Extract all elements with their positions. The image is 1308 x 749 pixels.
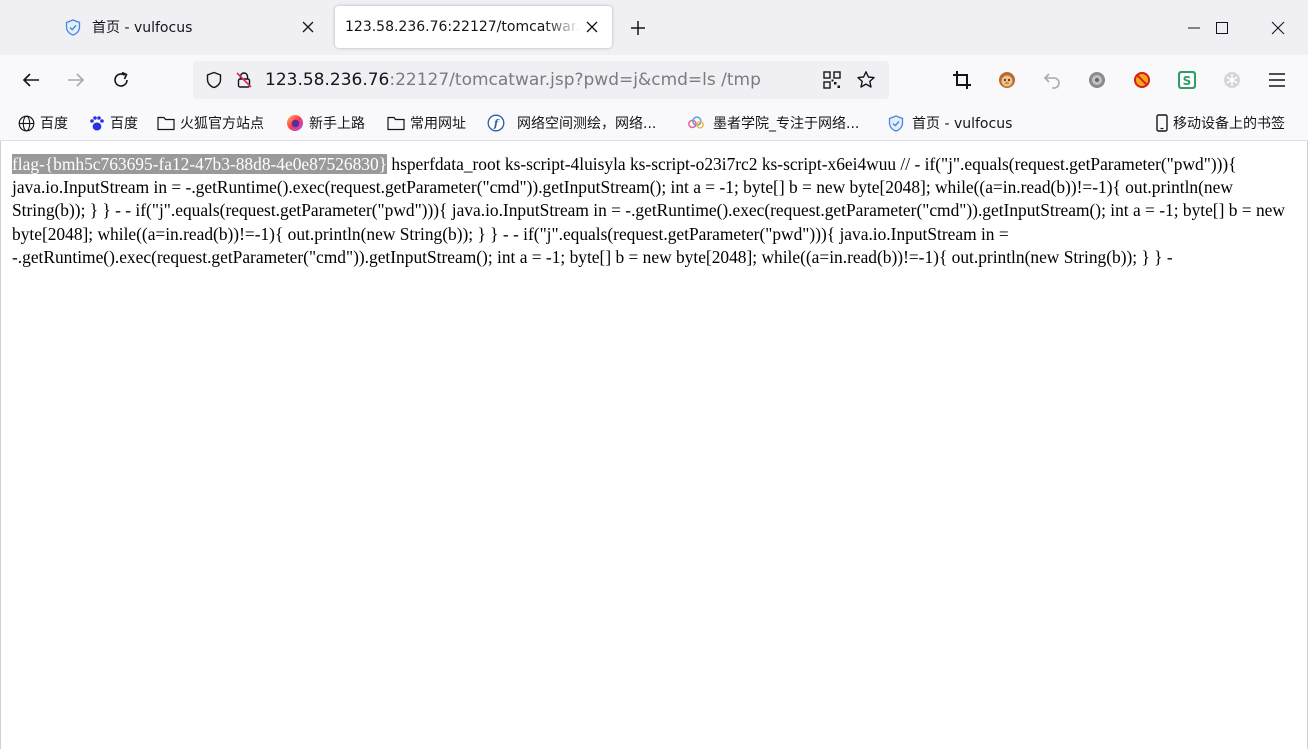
mobile-icon [1153, 114, 1171, 132]
tab-tomcatwar[interactable]: 123.58.236.76:22127/tomcatwar.jsp?pwd=j&… [335, 6, 612, 48]
tracking-protection-icon[interactable] [199, 65, 229, 95]
url-path: :22127/tomcatwar.jsp?pwd=j&cmd=ls /tmp [389, 70, 761, 90]
crop-screenshot-icon[interactable] [949, 67, 975, 93]
svg-text:S: S [1183, 74, 1192, 88]
snowflake-extension-icon[interactable] [1219, 67, 1245, 93]
tab-vulfocus[interactable]: 首页 - vulfocus [48, 6, 328, 48]
bookmark-item[interactable]: 首页 - vulfocus [887, 111, 1012, 135]
bookmark-label: 首页 - vulfocus [912, 116, 1013, 132]
reload-button[interactable] [105, 64, 137, 96]
bookmark-item[interactable]: 百度 [17, 111, 68, 135]
shield-icon [887, 114, 905, 132]
close-window-button[interactable] [1250, 0, 1306, 55]
monkey-extension-icon[interactable] [994, 67, 1020, 93]
command-output: flag-{bmh5c763695-fa12-47b3-88d8-4e0e875… [12, 153, 1300, 269]
bookmark-label: 墨者学院_专注于网络... [713, 116, 860, 132]
navigation-toolbar: 123.58.236.76:22127/tomcatwar.jsp?pwd=j&… [0, 55, 1308, 105]
mobile-bookmarks[interactable]: 移动设备上的书签 [1153, 111, 1285, 135]
bookmark-label: 移动设备上的书签 [1173, 116, 1285, 132]
url-host: 123.58.236.76 [265, 70, 390, 90]
folder-icon [387, 114, 405, 132]
cloud-icon [687, 114, 705, 132]
bookmark-label: 百度 [110, 116, 138, 132]
tab-strip: 首页 - vulfocus 123.58.236.76:22127/tomcat… [0, 0, 1308, 55]
close-icon[interactable] [296, 15, 320, 39]
folder-icon [157, 114, 175, 132]
blocked-extension-icon[interactable] [1129, 67, 1155, 93]
firefox-icon [286, 114, 304, 132]
bookmark-label: 火狐官方站点 [180, 116, 264, 132]
flag-text-selected[interactable]: flag-{bmh5c763695-fa12-47b3-88d8-4e0e875… [12, 154, 388, 174]
bookmark-item[interactable]: 常用网址 [387, 111, 466, 135]
back-button[interactable] [15, 64, 47, 96]
gear-extension-icon[interactable] [1084, 67, 1110, 93]
bookmark-item[interactable]: 墨者学院_专注于网络... [687, 111, 859, 135]
menu-icon[interactable] [1264, 67, 1290, 93]
fofa-icon: f [487, 114, 505, 132]
bookmark-item[interactable]: 百度 [87, 111, 138, 135]
paw-icon [87, 114, 105, 132]
close-icon[interactable] [580, 15, 604, 39]
bookmark-item[interactable]: 火狐官方站点 [157, 111, 264, 135]
bookmark-label: 常用网址 [410, 116, 466, 132]
s-extension-icon[interactable]: S [1174, 67, 1200, 93]
page-content: flag-{bmh5c763695-fa12-47b3-88d8-4e0e875… [0, 141, 1308, 749]
new-tab-button[interactable] [624, 14, 652, 42]
bookmark-label: 百度 [40, 116, 68, 132]
bookmark-star-icon[interactable] [851, 65, 881, 95]
bookmarks-toolbar: 百度 百度 火狐官方站点 新手上路 常用网址 f 网络空间测绘，网络... 墨者… [0, 105, 1308, 141]
maximize-button[interactable] [1194, 0, 1250, 55]
bookmark-label: 网络空间测绘，网络... [517, 116, 657, 132]
tab-title: 首页 - vulfocus [92, 20, 193, 36]
tab-title: 123.58.236.76:22127/tomcatwar.jsp?pwd=j&… [345, 19, 580, 35]
bookmark-item[interactable]: 新手上路 [286, 111, 365, 135]
globe-icon [17, 114, 35, 132]
url-text[interactable]: 123.58.236.76:22127/tomcatwar.jsp?pwd=j&… [265, 70, 761, 90]
insecure-lock-icon[interactable] [229, 65, 259, 95]
forward-button[interactable] [60, 64, 92, 96]
address-bar[interactable]: 123.58.236.76:22127/tomcatwar.jsp?pwd=j&… [193, 61, 889, 99]
undo-icon[interactable] [1039, 67, 1065, 93]
bookmark-item[interactable]: f 网络空间测绘，网络... [487, 111, 656, 135]
shield-icon [64, 18, 82, 36]
qr-code-icon[interactable] [817, 65, 847, 95]
bookmark-label: 新手上路 [309, 116, 365, 132]
